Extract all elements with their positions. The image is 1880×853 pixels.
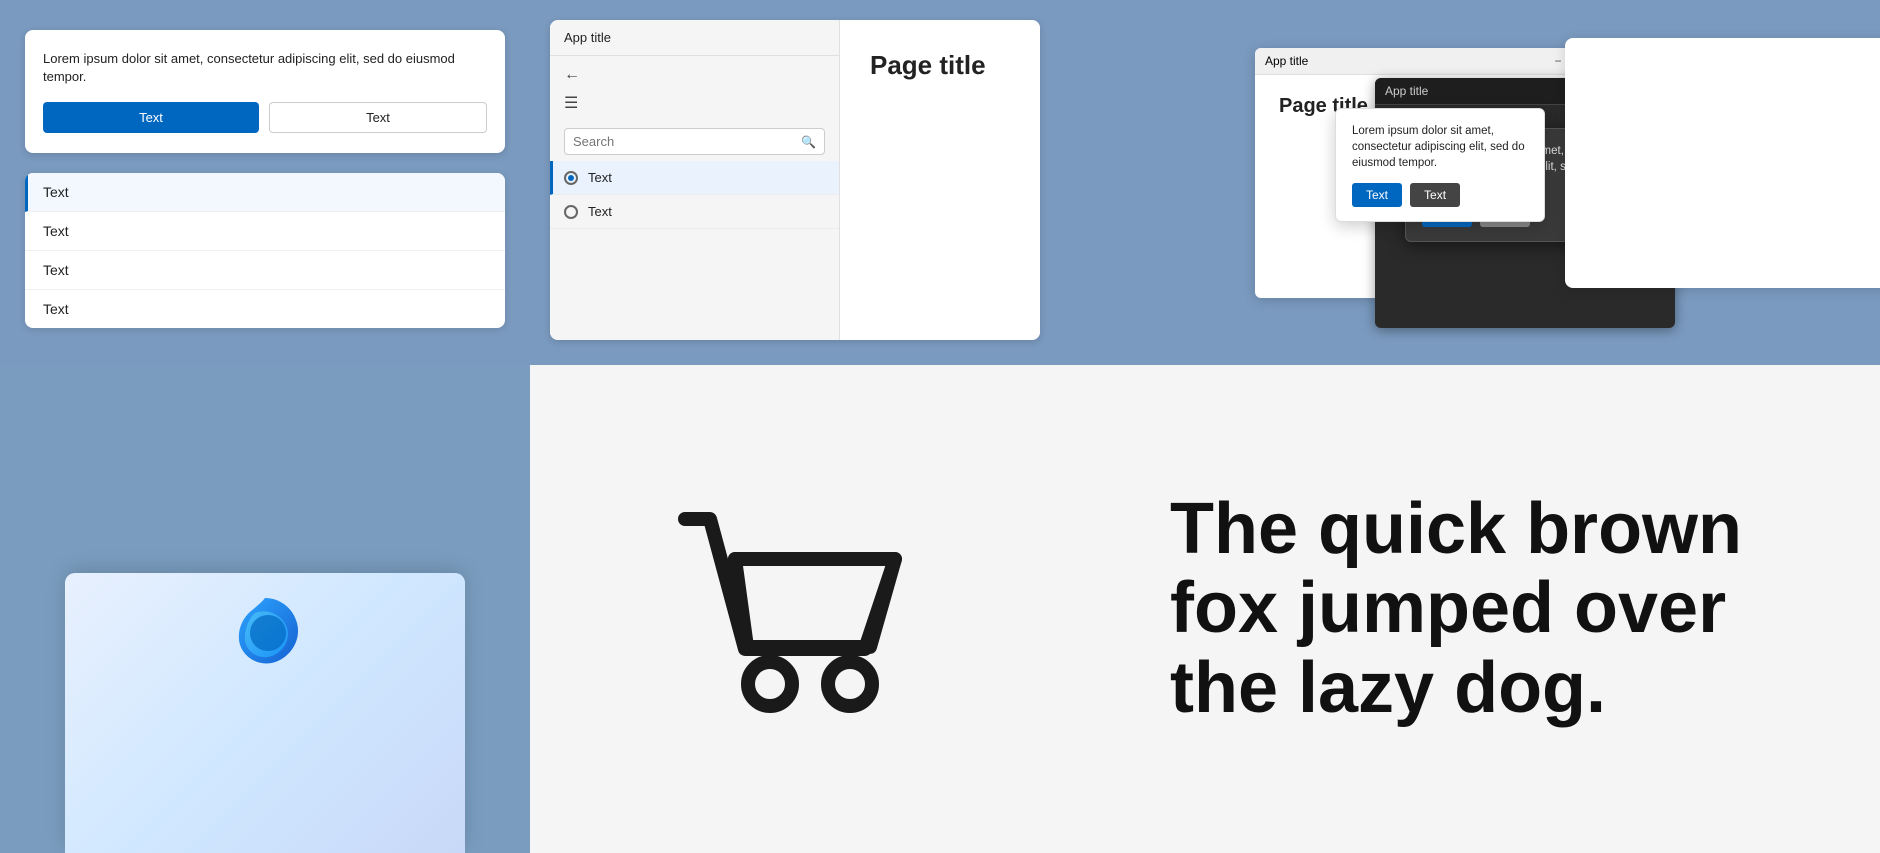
page-title: Page title	[870, 50, 986, 81]
dialog-button-row: Text Text	[43, 102, 487, 133]
light-dialog-buttons: Text Text	[1352, 183, 1528, 207]
light-dialog-text: Lorem ipsum dolor sit amet, consectetur …	[1352, 123, 1528, 171]
app-content: Page title	[840, 20, 1040, 340]
cell-top-left: Lorem ipsum dolor sit amet, consectetur …	[0, 0, 530, 365]
list-item-2[interactable]: Text	[25, 212, 505, 251]
cell-top-right: App title − □ × Page title Lorem ipsum d…	[1060, 0, 1880, 365]
light-app-title: App title	[1265, 54, 1308, 68]
dialog-card: Lorem ipsum dolor sit amet, consectetur …	[25, 30, 505, 153]
light-titlebar: App title − □ ×	[1255, 48, 1615, 75]
cart-icon-container	[655, 469, 935, 749]
sidebar-item-text-1[interactable]: Text	[550, 161, 839, 195]
cell-top-mid: App title ← ☰ 🔍 Text Text	[530, 0, 1060, 365]
sidebar-list: Text Text	[550, 161, 839, 340]
list-item-4[interactable]: Text	[25, 290, 505, 328]
browser-window	[65, 573, 465, 853]
nav-icons: ← ☰	[550, 56, 839, 122]
minimize-button[interactable]: −	[1551, 54, 1565, 68]
search-icon: 🔍	[801, 135, 816, 149]
search-input[interactable]	[573, 134, 801, 149]
back-icon[interactable]: ←	[564, 64, 586, 86]
cart-icon	[655, 469, 935, 749]
radio-empty	[564, 205, 578, 219]
sidebar: App title ← ☰ 🔍 Text Text	[550, 20, 840, 340]
dark-app-title: App title	[1385, 84, 1428, 98]
menu-icon[interactable]: ☰	[564, 92, 586, 114]
search-box[interactable]: 🔍	[564, 128, 825, 155]
cell-bottom-right: The quick brown fox jumped over the lazy…	[1060, 365, 1880, 853]
sample-text: The quick brown fox jumped over the lazy…	[1170, 490, 1770, 728]
list-item-1[interactable]: Text	[25, 173, 505, 212]
light-dialog-btn1[interactable]: Text	[1352, 183, 1402, 207]
white-card	[1565, 38, 1880, 288]
app-shell: App title ← ☰ 🔍 Text Text	[550, 20, 1040, 340]
dialog-body-text: Lorem ipsum dolor sit amet, consectetur …	[43, 50, 487, 86]
edge-icon	[225, 593, 305, 673]
edge-logo-container	[225, 593, 305, 678]
light-dialog: Lorem ipsum dolor sit amet, consectetur …	[1335, 108, 1545, 222]
list-item-3[interactable]: Text	[25, 251, 505, 290]
split-window-wrapper: App title − □ × Page title Lorem ipsum d…	[1255, 48, 1685, 318]
list-card: Text Text Text Text	[25, 173, 505, 328]
radio-filled	[564, 171, 578, 185]
light-dialog-btn2[interactable]: Text	[1410, 183, 1460, 207]
sidebar-item-text-2[interactable]: Text	[550, 195, 839, 229]
app-title: App title	[550, 20, 839, 56]
cell-bottom-left	[0, 365, 530, 853]
cell-bottom-mid	[530, 365, 1060, 853]
dialog-secondary-button[interactable]: Text	[269, 102, 487, 133]
dialog-primary-button[interactable]: Text	[43, 102, 259, 133]
